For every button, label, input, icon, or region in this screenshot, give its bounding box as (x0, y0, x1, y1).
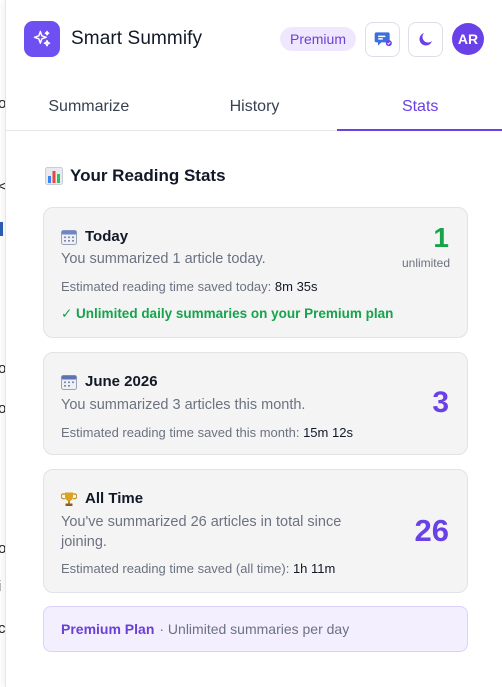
time-saved-value: 1h 11m (292, 561, 336, 576)
dark-mode-toggle[interactable] (408, 21, 443, 57)
card-title-text: All Time (85, 490, 144, 507)
moon-icon (418, 33, 432, 46)
card-title: June 2026 (61, 373, 158, 390)
plan-name: Premium Plan (61, 621, 155, 637)
time-saved: Estimated reading time saved (all time):… (61, 561, 335, 576)
card-title: All Time (61, 490, 143, 507)
calendar-icon (61, 229, 77, 245)
card-description: You summarized 1 article today. (61, 251, 266, 267)
section-title: Your Reading Stats (45, 166, 226, 186)
today-count: 1 (433, 222, 449, 253)
time-saved-value: 15m 12s (303, 425, 353, 440)
background-link-marker (0, 222, 3, 236)
app-logo (24, 21, 60, 57)
calendar-icon (61, 374, 77, 390)
trophy-icon (61, 492, 77, 506)
card-title: Today (61, 228, 128, 245)
feedback-button[interactable] (365, 21, 400, 57)
limit-label: unlimited (401, 256, 450, 270)
tab-history[interactable]: History (172, 83, 338, 130)
section-title-text: Your Reading Stats (70, 166, 226, 185)
tab-summarize[interactable]: Summarize (6, 83, 172, 130)
time-saved-value: 8m 35s (274, 279, 318, 294)
month-stats-card: June 2026 You summarized 3 articles this… (43, 352, 468, 455)
plan-description: · Unlimited summaries per day (159, 621, 350, 637)
card-description: You summarized 3 articles this month. (61, 397, 306, 413)
all-time-stats-card: All Time You've summarized 26 articles i… (43, 469, 468, 593)
time-saved: Estimated reading time saved this month:… (61, 425, 353, 440)
time-saved-label: Estimated reading time saved (all time): (61, 561, 290, 576)
card-title-text: June 2026 (85, 373, 158, 390)
app-title: Smart Summify (71, 28, 203, 49)
plan-banner: Premium Plan · Unlimited summaries per d… (43, 606, 468, 652)
tab-stats[interactable]: Stats (337, 83, 502, 131)
sparkles-icon (33, 30, 51, 47)
user-avatar[interactable]: AR (452, 23, 484, 55)
background-text: i (0, 578, 1, 595)
bar-chart-icon (45, 167, 63, 185)
extension-panel: Smart Summify Premium AR Summarize Histo… (5, 0, 502, 687)
premium-badge: Premium (279, 27, 356, 51)
all-time-count: 26 (414, 513, 449, 548)
time-saved: Estimated reading time saved today: 8m 3… (61, 279, 318, 294)
card-description: You've summarized 26 articles in total s… (61, 514, 342, 550)
month-count: 3 (432, 386, 449, 419)
card-title-text: Today (85, 228, 129, 245)
today-stats-card: Today You summarized 1 article today. Es… (43, 207, 468, 338)
premium-note: ✓ Unlimited daily summaries on your Prem… (61, 306, 394, 321)
tab-bar: Summarize History Stats (6, 83, 502, 131)
time-saved-label: Estimated reading time saved today: (61, 279, 272, 294)
panel-header: Smart Summify Premium AR (6, 0, 502, 78)
time-saved-label: Estimated reading time saved this month: (61, 425, 300, 440)
chat-bubble-icon (374, 32, 392, 47)
